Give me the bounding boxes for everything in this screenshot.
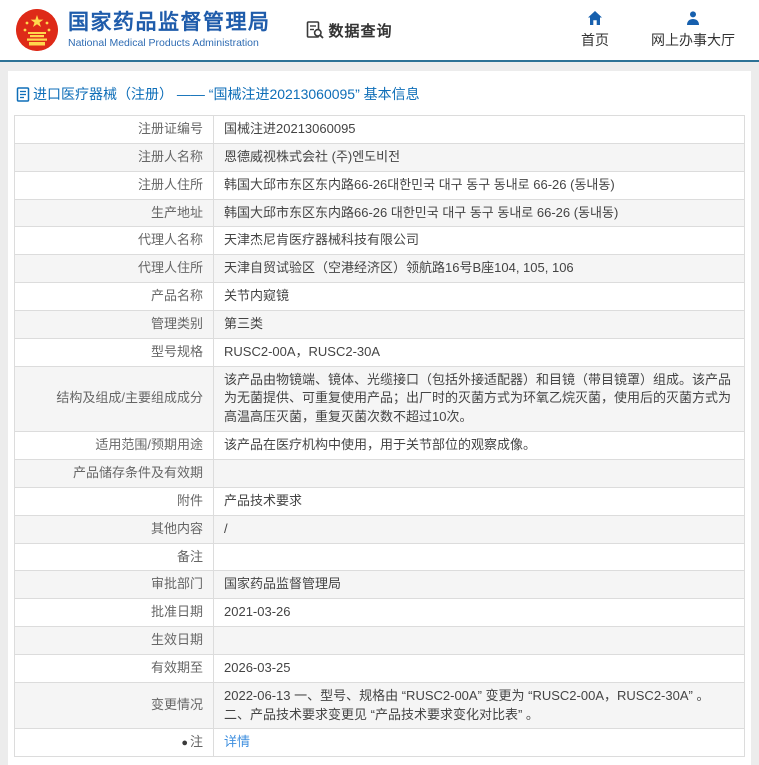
table-row: 生产地址 韩国大邱市东区东内路66-26 대한민국 대구 동구 동내로 66-26…	[14, 198, 745, 228]
row-value: 第三类	[213, 309, 745, 339]
row-value: 韩国大邱市东区东内路66-26대한민국 대구 동구 동내로 66-26 (동내동…	[213, 170, 745, 200]
table-row: 注册人名称 恩德威视株式会社 (주)엔도비전	[14, 142, 745, 172]
row-value: /	[213, 514, 745, 544]
row-value: 产品技术要求	[213, 486, 745, 516]
row-label: 备注	[14, 542, 214, 572]
row-label: 生效日期	[14, 626, 214, 655]
content-panel: 进口医疗器械（注册） —— “国械注进20213060095” 基本信息 注册证…	[8, 71, 751, 765]
row-label: 变更情况	[14, 681, 214, 730]
row-label: 注册证编号	[14, 115, 214, 144]
site-header: 国家药品监督管理局 National Medical Products Admi…	[0, 0, 759, 62]
row-value: 详情	[213, 728, 745, 758]
page-title: 进口医疗器械（注册） —— “国械注进20213060095” 基本信息	[33, 86, 420, 102]
info-table-body: 注册证编号 国械注进20213060095 注册人名称 恩德威视株式会社 (주)엔도비…	[14, 115, 745, 758]
row-label: 结构及组成/主要组成成分	[14, 365, 214, 433]
brand[interactable]: 国家药品监督管理局 National Medical Products Admi…	[16, 9, 271, 51]
row-label: 型号规格	[14, 337, 214, 367]
row-label: 有效期至	[14, 653, 214, 683]
row-value: 天津杰尼肯医疗器械科技有限公司	[213, 226, 745, 256]
row-label: 注册人住所	[14, 170, 214, 200]
table-row: 变更情况 2022-06-13 一、型号、规格由 “RUSC2-00A” 变更为 …	[14, 681, 745, 730]
row-label: ● 注	[14, 728, 214, 758]
nav-item-label: 首页	[581, 32, 609, 48]
user-icon	[687, 11, 699, 25]
row-value: 2026-03-25	[213, 653, 745, 683]
data-query-menu[interactable]: 数据查询	[305, 20, 393, 41]
row-label: 附件	[14, 486, 214, 516]
table-row: 产品储存条件及有效期	[14, 458, 745, 488]
table-row: 批准日期 2021-03-26	[14, 598, 745, 628]
row-label: 生产地址	[14, 198, 214, 228]
site-title-en: National Medical Products Administration	[68, 37, 259, 50]
row-label: 审批部门	[14, 570, 214, 600]
row-value: 国家药品监督管理局	[213, 570, 745, 600]
row-label: 代理人住所	[14, 254, 214, 284]
table-row: 审批部门 国家药品监督管理局	[14, 570, 745, 600]
breadcrumb: 进口医疗器械（注册） —— “国械注进20213060095” 基本信息	[14, 71, 745, 115]
row-value	[213, 626, 745, 655]
nav-item-service-hall[interactable]: 网上办事大厅	[651, 10, 735, 50]
document-search-icon	[306, 21, 324, 39]
table-row: 生效日期	[14, 626, 745, 655]
row-value: 2022-06-13 一、型号、规格由 “RUSC2-00A” 变更为 “RUS…	[213, 681, 745, 730]
row-value: 恩德威视株式会社 (주)엔도비전	[213, 142, 745, 172]
row-value: 该产品在医疗机构中使用，用于关节部位的观察成像。	[213, 431, 745, 460]
table-row: 管理类别 第三类	[14, 309, 745, 339]
row-label: 代理人名称	[14, 226, 214, 256]
row-label: 管理类别	[14, 309, 214, 339]
row-label: 适用范围/预期用途	[14, 431, 214, 460]
table-row: 有效期至 2026-03-25	[14, 653, 745, 683]
table-row: 注册证编号 国械注进20213060095	[14, 115, 745, 144]
row-label: 产品储存条件及有效期	[14, 458, 214, 488]
document-icon	[16, 86, 30, 102]
row-label: 注册人名称	[14, 142, 214, 172]
row-value: 国械注进20213060095	[213, 115, 745, 144]
table-row: 结构及组成/主要组成成分 该产品由物镜端、镜体、光缆接口（包括外接适配器）和目镜（…	[14, 365, 745, 433]
table-row: 产品名称 关节内窥镜	[14, 282, 745, 311]
row-value: 韩国大邱市东区东内路66-26 대한민국 대구 동구 동내로 66-26 (동내…	[213, 198, 745, 228]
note-icon: ●	[181, 737, 188, 750]
nav-item-label: 网上办事大厅	[651, 32, 735, 48]
row-value	[213, 542, 745, 572]
registration-info-table: 注册证编号 国械注进20213060095 注册人名称 恩德威视株式会社 (주)엔도비…	[14, 115, 745, 758]
nav-item-home[interactable]: 首页	[581, 10, 609, 50]
row-label: 其他内容	[14, 514, 214, 544]
table-row: 适用范围/预期用途 该产品在医疗机构中使用，用于关节部位的观察成像。	[14, 431, 745, 460]
header-nav: 首页 网上办事大厅	[581, 10, 735, 50]
row-value	[213, 458, 745, 488]
row-value: RUSC2-00A，RUSC2-30A	[213, 337, 745, 367]
row-value: 2021-03-26	[213, 598, 745, 628]
table-row: 其他内容 /	[14, 514, 745, 544]
data-query-label: 数据查询	[328, 22, 393, 40]
table-row: 附件 产品技术要求	[14, 486, 745, 516]
row-label: 产品名称	[14, 282, 214, 311]
table-row: 型号规格 RUSC2-00A，RUSC2-30A	[14, 337, 745, 367]
home-icon	[588, 11, 602, 25]
table-row: 注册人住所 韩国大邱市东区东内路66-26대한민국 대구 동구 동내로 66-26…	[14, 170, 745, 200]
table-row: 代理人名称 天津杰尼肯医疗器械科技有限公司	[14, 226, 745, 256]
detail-link[interactable]: 详情	[224, 734, 250, 749]
brand-text: 国家药品监督管理局 National Medical Products Admi…	[68, 11, 271, 49]
table-row: ● 注详情	[14, 728, 745, 758]
row-value: 该产品由物镜端、镜体、光缆接口（包括外接适配器）和目镜（带目镜罩）组成。该产品为…	[213, 365, 745, 433]
row-value: 天津自贸试验区（空港经济区）领航路16号B座104, 105, 106	[213, 254, 745, 284]
row-label: 批准日期	[14, 598, 214, 628]
row-value: 关节内窥镜	[213, 282, 745, 311]
site-title: 国家药品监督管理局	[68, 10, 271, 34]
table-row: 代理人住所 天津自贸试验区（空港经济区）领航路16号B座104, 105, 106	[14, 254, 745, 284]
table-row: 备注	[14, 542, 745, 572]
national-emblem-icon	[16, 9, 58, 51]
